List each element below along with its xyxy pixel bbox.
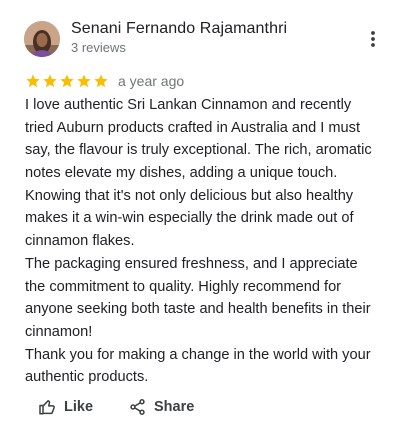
- review-text-line: notes elevate my dishes, adding a unique…: [25, 165, 338, 182]
- avatar[interactable]: [24, 21, 60, 57]
- thumbs-up-icon: [39, 400, 55, 415]
- review-text-line: anyone seeking both taste and health ben…: [25, 301, 371, 318]
- star-icon: [60, 74, 74, 88]
- share-label: Share: [154, 399, 195, 415]
- review-date: a year ago: [118, 73, 185, 89]
- review-text-line: cinnamon flakes.: [25, 233, 135, 250]
- review-text: I love authentic Sri Lankan Cinnamon and…: [25, 94, 385, 389]
- more-vertical-icon: [371, 31, 375, 47]
- star-rating: [25, 73, 109, 89]
- review-text-line: authentic products.: [25, 369, 149, 386]
- review-text-line: the commitment to quality. Highly recomm…: [25, 278, 342, 295]
- reviewer-review-count: 3 reviews: [71, 40, 126, 55]
- review-actions: Like Share: [38, 392, 194, 422]
- review-text-line: say, the flavour is truly exceptional. T…: [25, 142, 372, 159]
- like-label: Like: [64, 399, 94, 415]
- reviewer-name[interactable]: Senani Fernando Rajamanthri: [71, 20, 287, 38]
- star-icon: [43, 74, 57, 88]
- more-options-button[interactable]: [363, 22, 383, 56]
- review-text-line: cinnamon!: [25, 323, 93, 340]
- review-text-line: Knowing that it's not only delicious but…: [25, 187, 354, 204]
- review-text-line: I love authentic Sri Lankan Cinnamon and…: [25, 97, 352, 113]
- star-icon: [77, 74, 91, 88]
- like-button[interactable]: Like: [38, 392, 126, 422]
- share-button[interactable]: Share: [128, 392, 194, 422]
- star-icon: [94, 74, 108, 88]
- review-text-line: Thank you for making a change in the wor…: [25, 346, 371, 363]
- rating-row: a year ago: [25, 71, 184, 91]
- review-text-line: tried Auburn products crafted in Austral…: [25, 119, 361, 136]
- review-text-line: The packaging ensured freshness, and I a…: [25, 255, 358, 272]
- star-icon: [26, 74, 40, 88]
- share-icon: [130, 399, 145, 415]
- review-text-line: makes it a win-win especially the drink …: [25, 210, 354, 227]
- review-header: Senani Fernando Rajamanthri 3 reviews: [24, 18, 384, 62]
